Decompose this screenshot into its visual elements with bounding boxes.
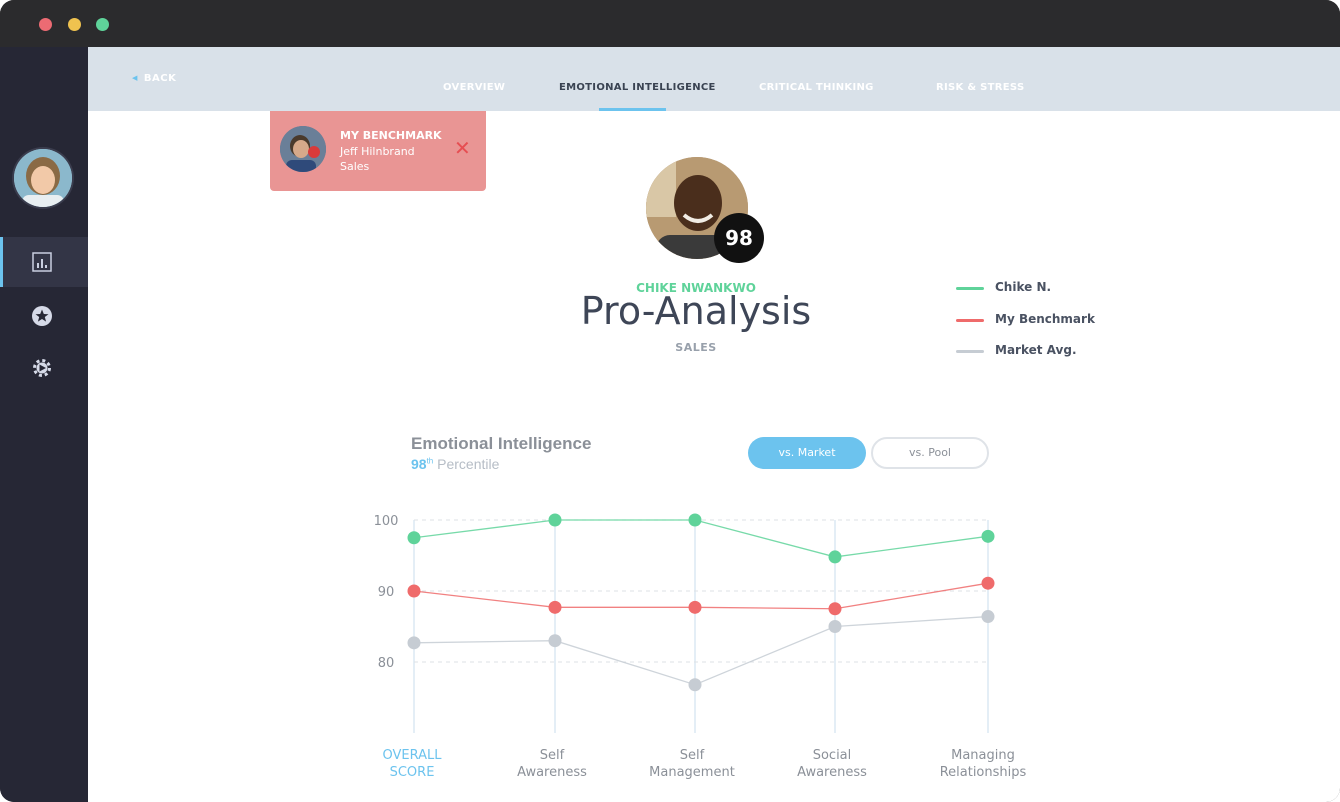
bar-chart-icon — [32, 252, 52, 272]
data-point — [828, 550, 842, 564]
series-line — [413, 519, 989, 558]
x-tick-label: Social — [813, 748, 852, 763]
data-point — [688, 678, 702, 692]
star-icon — [32, 306, 52, 326]
maximize-window-button[interactable] — [96, 18, 109, 31]
x-tick-label: SCORE — [390, 765, 435, 780]
sidebar-item-reports[interactable] — [0, 237, 88, 287]
data-point — [688, 600, 702, 614]
data-point — [828, 602, 842, 616]
x-tick-label: Awareness — [517, 765, 587, 780]
data-point — [688, 513, 702, 527]
x-tick-label: Management — [649, 765, 735, 780]
title-bar — [0, 0, 1340, 47]
close-window-button[interactable] — [39, 18, 52, 31]
data-point — [981, 576, 995, 590]
data-point — [548, 634, 562, 648]
x-tick-label: Self — [680, 748, 705, 763]
data-point — [548, 513, 562, 527]
x-tick-label: OVERALL — [383, 748, 443, 763]
sidebar-item-favorites[interactable] — [0, 291, 88, 341]
y-tick-label: 90 — [378, 585, 395, 600]
x-tick-label: Self — [540, 748, 565, 763]
data-point — [828, 620, 842, 633]
y-tick-label: 100 — [374, 514, 399, 529]
app-window: ◀ BACK OVERVIEW EMOTIONAL INTELLIGENCE CR… — [0, 0, 1340, 802]
data-point — [407, 584, 421, 598]
series-line — [413, 615, 989, 686]
y-tick-label: 80 — [378, 656, 395, 671]
sidebar — [0, 47, 88, 802]
x-tick-label: Relationships — [940, 765, 1027, 780]
data-point — [981, 529, 995, 543]
line-chart: 80 90 100 OVERALL SCORE Self Awareness Self Mana… — [374, 513, 1027, 780]
data-point — [407, 531, 421, 545]
minimize-window-button[interactable] — [68, 18, 81, 31]
x-tick-label: Managing — [951, 748, 1015, 763]
gear-icon — [33, 359, 51, 377]
data-point — [981, 610, 995, 624]
data-point — [548, 600, 562, 614]
user-avatar[interactable] — [14, 149, 72, 207]
data-point — [407, 636, 421, 650]
main-content: ◀ BACK OVERVIEW EMOTIONAL INTELLIGENCE CR… — [88, 47, 1340, 802]
x-tick-label: Awareness — [797, 765, 867, 780]
sidebar-item-settings[interactable] — [0, 343, 88, 393]
